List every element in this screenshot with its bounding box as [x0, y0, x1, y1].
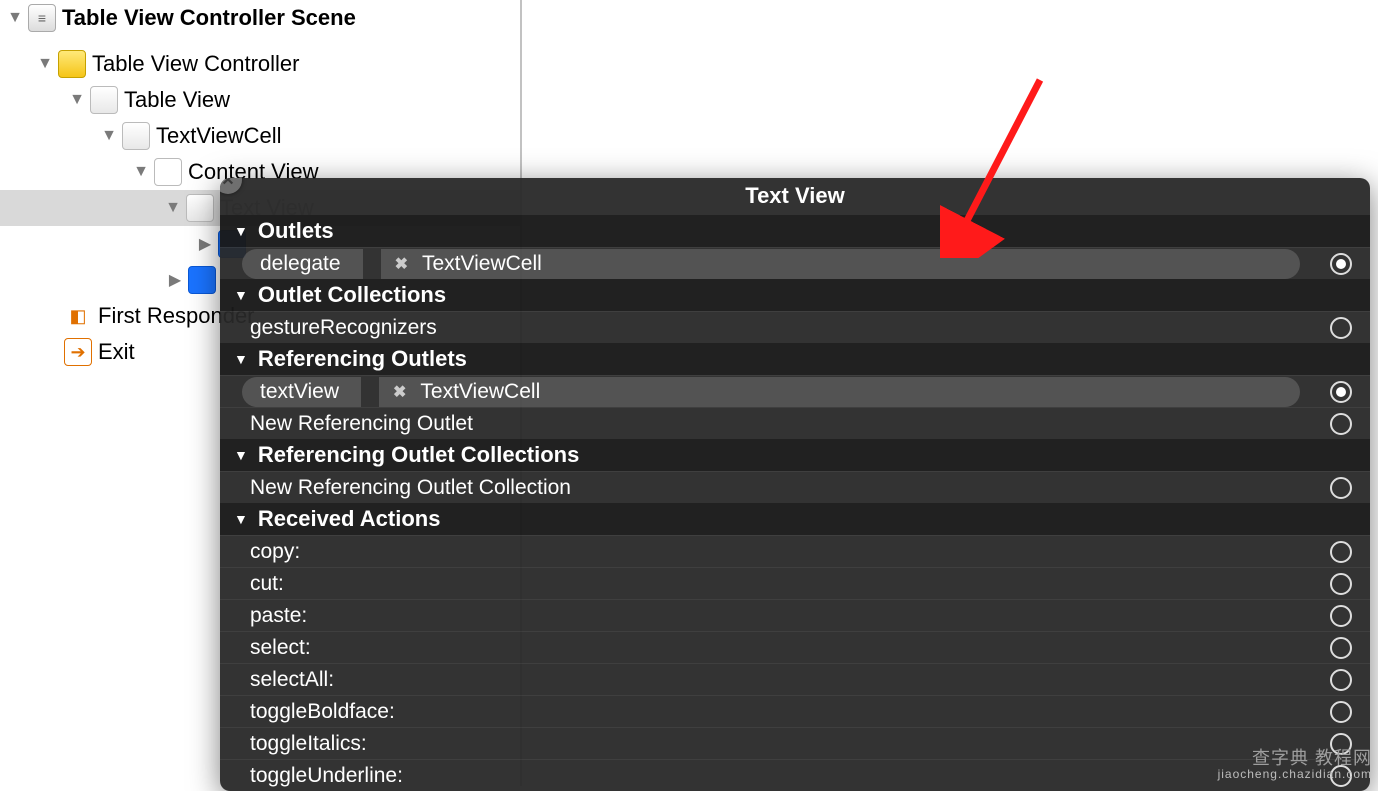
outlet-gesture-recognizers-row[interactable]: gestureRecognizers — [220, 311, 1370, 343]
tablecell-icon — [122, 122, 150, 150]
disclosure-triangle-icon[interactable]: ▼ — [100, 127, 118, 145]
connection-well-icon[interactable] — [1330, 477, 1352, 499]
action-row[interactable]: paste: — [220, 599, 1370, 631]
disclosure-triangle-icon[interactable]: ▶ — [166, 270, 184, 290]
connection-well-icon[interactable] — [1330, 381, 1352, 403]
outlet-destination[interactable]: ✖ TextViewCell — [381, 249, 1300, 279]
action-row[interactable]: cut: — [220, 567, 1370, 599]
textview-icon — [186, 194, 214, 222]
cell-label: TextViewCell — [156, 123, 282, 149]
action-row[interactable]: toggleBoldface: — [220, 695, 1370, 727]
outlet-delegate-row[interactable]: delegate ✖ TextViewCell — [220, 247, 1370, 279]
viewcontroller-icon — [58, 50, 86, 78]
connection-well-icon[interactable] — [1330, 573, 1352, 595]
disconnect-icon[interactable]: ✖ — [393, 382, 406, 402]
connection-well-icon[interactable] — [1330, 541, 1352, 563]
outline-scene-row[interactable]: ▼ ≡ Table View Controller Scene — [0, 0, 520, 36]
disclosure-triangle-icon[interactable]: ▼ — [36, 55, 54, 73]
disclosure-triangle-icon[interactable]: ▼ — [234, 287, 248, 303]
connection-well-icon[interactable] — [1330, 669, 1352, 691]
new-referencing-outlet-collection-row[interactable]: New Referencing Outlet Collection — [220, 471, 1370, 503]
watermark: 查字典 教程网 jiaocheng.chazidian.com — [1218, 748, 1372, 782]
connection-well-icon[interactable] — [1330, 253, 1352, 275]
action-row[interactable]: select: — [220, 631, 1370, 663]
connections-inspector-popover: ✕ Text View ▼ Outlets delegate ✖ TextVie… — [220, 178, 1370, 791]
outlet-name: textView — [242, 377, 361, 407]
disclosure-triangle-icon[interactable]: ▼ — [234, 511, 248, 527]
section-referencing-outlet-collections[interactable]: ▼ Referencing Outlet Collections — [220, 439, 1370, 471]
disclosure-triangle-icon[interactable]: ▼ — [234, 447, 248, 463]
scene-label: Table View Controller Scene — [62, 5, 356, 31]
tableview-icon — [90, 86, 118, 114]
disclosure-triangle-icon[interactable]: ▼ — [164, 199, 182, 217]
section-outlet-collections[interactable]: ▼ Outlet Collections — [220, 279, 1370, 311]
disclosure-triangle-icon[interactable]: ▼ — [6, 9, 24, 27]
outline-vc-row[interactable]: ▼ Table View Controller — [0, 46, 520, 82]
connection-well-icon[interactable] — [1330, 637, 1352, 659]
disclosure-triangle-icon[interactable]: ▼ — [234, 351, 248, 367]
layout-constraints-icon — [188, 266, 216, 294]
action-row[interactable]: copy: — [220, 535, 1370, 567]
connection-well-icon[interactable] — [1330, 701, 1352, 723]
connection-well-icon[interactable] — [1330, 413, 1352, 435]
outlet-destination[interactable]: ✖ TextViewCell — [379, 377, 1300, 407]
exit-icon: ➔ — [64, 338, 92, 366]
first-responder-icon: ◧ — [64, 302, 92, 330]
exit-label: Exit — [98, 339, 135, 365]
tableview-label: Table View — [124, 87, 230, 113]
disclosure-triangle-icon[interactable]: ▼ — [132, 163, 150, 181]
vc-label: Table View Controller — [92, 51, 299, 77]
action-row[interactable]: toggleItalics: — [220, 727, 1370, 759]
disclosure-triangle-icon[interactable]: ▼ — [68, 91, 86, 109]
section-outlets[interactable]: ▼ Outlets — [220, 215, 1370, 247]
disconnect-icon[interactable]: ✖ — [395, 254, 408, 274]
outlet-name: delegate — [242, 249, 363, 279]
popover-title: Text View — [220, 178, 1370, 215]
outline-tableview-row[interactable]: ▼ Table View — [0, 82, 520, 118]
referencing-outlet-textview-row[interactable]: textView ✖ TextViewCell — [220, 375, 1370, 407]
storyboard-scene-icon: ≡ — [28, 4, 56, 32]
section-received-actions[interactable]: ▼ Received Actions — [220, 503, 1370, 535]
connection-well-icon[interactable] — [1330, 317, 1352, 339]
connection-well-icon[interactable] — [1330, 605, 1352, 627]
section-referencing-outlets[interactable]: ▼ Referencing Outlets — [220, 343, 1370, 375]
action-row[interactable]: selectAll: — [220, 663, 1370, 695]
new-referencing-outlet-row[interactable]: New Referencing Outlet — [220, 407, 1370, 439]
disclosure-triangle-icon[interactable]: ▼ — [234, 223, 248, 239]
contentview-icon — [154, 158, 182, 186]
action-row[interactable]: toggleUnderline: — [220, 759, 1370, 791]
disclosure-triangle-icon[interactable]: ▶ — [196, 234, 214, 254]
outline-cell-row[interactable]: ▼ TextViewCell — [0, 118, 520, 154]
